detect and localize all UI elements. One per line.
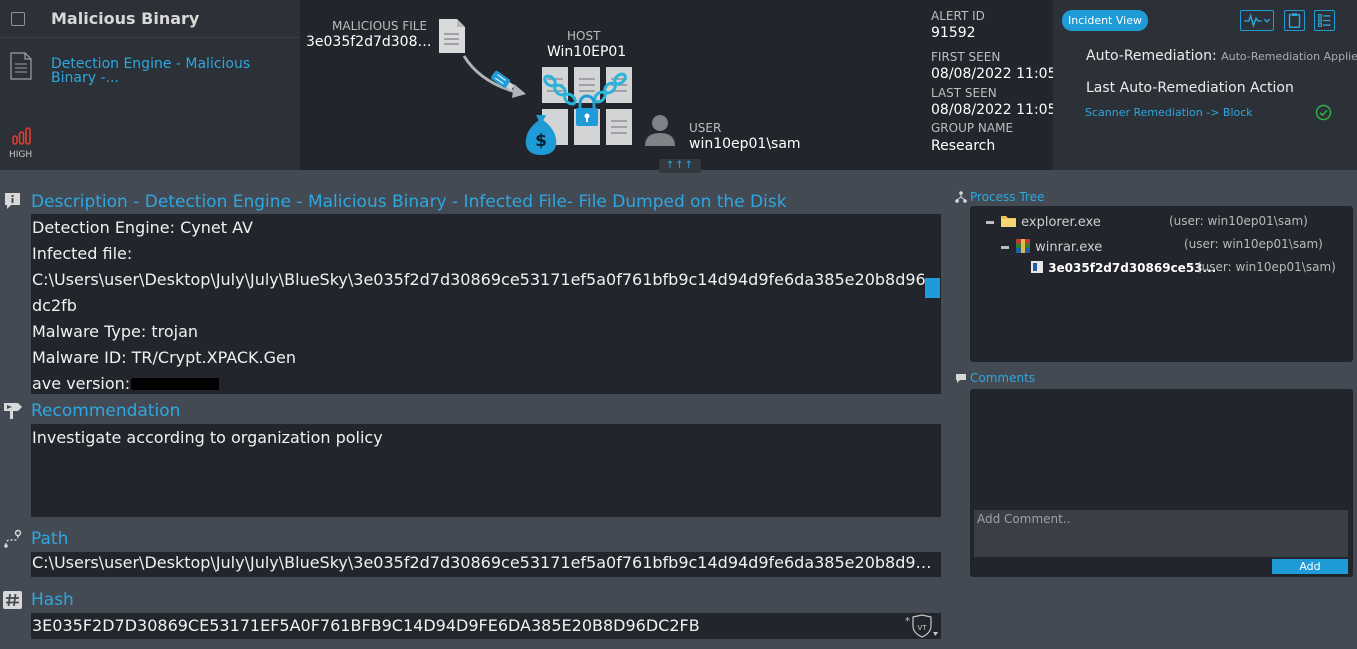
process-user: (user: win10ep01\sam) bbox=[1184, 237, 1323, 251]
svg-text:*: * bbox=[905, 616, 910, 627]
recommendation-box: Investigate according to organization po… bbox=[31, 424, 941, 517]
recommendation-text: Investigate according to organization po… bbox=[32, 428, 383, 447]
process-user: (user: win10ep01\sam) bbox=[1169, 214, 1308, 228]
alert-id-label: ALERT ID bbox=[931, 9, 985, 23]
malicious-file-label: MALICIOUS FILE bbox=[332, 19, 428, 33]
collapse-icon[interactable] bbox=[1001, 246, 1009, 249]
first-seen-label: FIRST SEEN bbox=[931, 50, 1001, 64]
process-user: (user: win10ep01\sam) bbox=[1197, 260, 1336, 274]
virustotal-icon[interactable]: * VT bbox=[905, 613, 939, 639]
first-seen-value: 08/08/2022 11:05 bbox=[931, 66, 1057, 82]
description-box: Detection Engine: Cynet AV Infected file… bbox=[31, 214, 941, 394]
alert-title-row: Malicious Binary bbox=[0, 0, 300, 38]
process-node-binary[interactable]: 3e035f2d7d30869ce53... bbox=[1030, 260, 1216, 275]
path-title: Path bbox=[31, 529, 69, 549]
process-name: explorer.exe bbox=[1021, 215, 1101, 230]
detection-engine-link[interactable]: Detection Engine - Malicious Binary -... bbox=[51, 57, 251, 85]
winrar-icon bbox=[1016, 239, 1030, 253]
description-line: Malware Type: trojan bbox=[32, 322, 199, 341]
group-name-label: GROUP NAME bbox=[931, 121, 1014, 135]
alert-detail-view: Malicious Binary Detection Engine - Mali… bbox=[0, 0, 1357, 649]
host-label: HOST bbox=[567, 29, 601, 43]
hash-icon bbox=[3, 591, 22, 609]
last-remediation-action[interactable]: Scanner Remediation -> Block bbox=[1085, 106, 1253, 119]
malicious-file-value[interactable]: 3e035f2d7d3086... bbox=[306, 34, 434, 50]
file-icon bbox=[439, 19, 465, 53]
document-icon bbox=[10, 52, 32, 80]
alert-title: Malicious Binary bbox=[51, 9, 200, 28]
process-tree-panel: explorer.exe (user: win10ep01\sam) winra… bbox=[970, 206, 1353, 362]
folder-icon bbox=[1001, 216, 1016, 227]
process-name: winrar.exe bbox=[1035, 240, 1103, 255]
severity-label: HIGH bbox=[9, 150, 33, 160]
clipboard-icon[interactable] bbox=[1284, 10, 1305, 31]
recommendation-sign-icon bbox=[4, 403, 22, 419]
alert-id-value: 91592 bbox=[931, 25, 976, 41]
collapse-icon[interactable] bbox=[986, 221, 994, 224]
hash-value[interactable]: 3E035F2D7D30869CE53171EF5A0F761BFB9C14D9… bbox=[32, 616, 700, 635]
process-name: 3e035f2d7d30869ce53... bbox=[1048, 261, 1217, 275]
expand-graphic-button[interactable]: ↑↑↑ bbox=[659, 159, 701, 173]
group-name-value: Research bbox=[931, 138, 996, 154]
usb-drive-icon bbox=[462, 55, 526, 98]
file-small-icon bbox=[1031, 261, 1043, 273]
user-icon bbox=[645, 115, 675, 146]
user-value[interactable]: win10ep01\sam bbox=[689, 136, 801, 152]
alert-header: Malicious Binary Detection Engine - Mali… bbox=[0, 0, 1357, 173]
info-icon bbox=[5, 193, 20, 209]
vt-label: VT bbox=[917, 624, 927, 632]
description-title: Description - Detection Engine - Malicio… bbox=[31, 192, 787, 212]
description-line: dc2fb bbox=[32, 296, 77, 315]
last-remediation-label: Last Auto-Remediation Action bbox=[1086, 80, 1294, 96]
description-line: Infected file: bbox=[32, 244, 133, 263]
select-checkbox[interactable] bbox=[11, 12, 25, 26]
process-tree-title: Process Tree bbox=[970, 190, 1045, 204]
remediation-panel: Incident View Auto-Remediation: Auto-Rem… bbox=[1053, 0, 1357, 170]
svg-text:$: $ bbox=[535, 131, 547, 151]
list-icon[interactable] bbox=[1314, 10, 1335, 31]
hash-title: Hash bbox=[31, 590, 74, 610]
severity-bars-icon bbox=[12, 127, 31, 145]
description-line: C:\Users\user\Desktop\July\July\BlueSky\… bbox=[32, 270, 926, 289]
last-seen-value: 08/08/2022 11:05 bbox=[931, 102, 1057, 118]
process-node-winrar[interactable]: winrar.exe bbox=[1001, 238, 1102, 255]
activity-icon[interactable] bbox=[1240, 10, 1274, 31]
description-scrollbar[interactable] bbox=[925, 278, 940, 298]
path-value[interactable]: C:\Users\user\Desktop\July\July\BlueSky\… bbox=[32, 553, 937, 572]
description-line: Malware ID: TR/Crypt.XPACK.Gen bbox=[32, 348, 297, 367]
description-line: Detection Engine: Cynet AV bbox=[32, 218, 253, 237]
check-circle-icon bbox=[1315, 104, 1332, 121]
auto-remediation-label: Auto-Remediation: bbox=[1086, 48, 1217, 64]
description-line: ave version: bbox=[32, 374, 131, 393]
user-label: USER bbox=[689, 121, 722, 135]
host-value[interactable]: Win10EP01 bbox=[547, 44, 626, 60]
last-seen-label: LAST SEEN bbox=[931, 86, 997, 100]
add-comment-button[interactable]: Add bbox=[1272, 559, 1348, 574]
process-node-explorer[interactable]: explorer.exe bbox=[986, 214, 1101, 230]
locked-host-icon: $ bbox=[525, 67, 632, 155]
auto-remediation-row: Auto-Remediation: Auto-Remediation Appli… bbox=[1086, 48, 1357, 64]
alert-summary-panel: Malicious Binary Detection Engine - Mali… bbox=[0, 0, 300, 170]
path-icon bbox=[4, 529, 22, 548]
path-box: C:\Users\user\Desktop\July\July\BlueSky\… bbox=[31, 552, 941, 577]
comment-input[interactable] bbox=[974, 510, 1348, 557]
comments-title: Comments bbox=[970, 371, 1036, 385]
redacted-value bbox=[131, 378, 219, 390]
hash-box: 3E035F2D7D30869CE53171EF5A0F761BFB9C14D9… bbox=[31, 613, 941, 639]
comment-icon bbox=[956, 374, 966, 383]
process-tree-icon bbox=[955, 191, 967, 203]
comments-panel: Add bbox=[970, 389, 1353, 577]
recommendation-title: Recommendation bbox=[31, 401, 181, 421]
incident-view-button[interactable]: Incident View bbox=[1062, 10, 1148, 31]
auto-remediation-value: Auto-Remediation Applied bbox=[1221, 50, 1357, 63]
